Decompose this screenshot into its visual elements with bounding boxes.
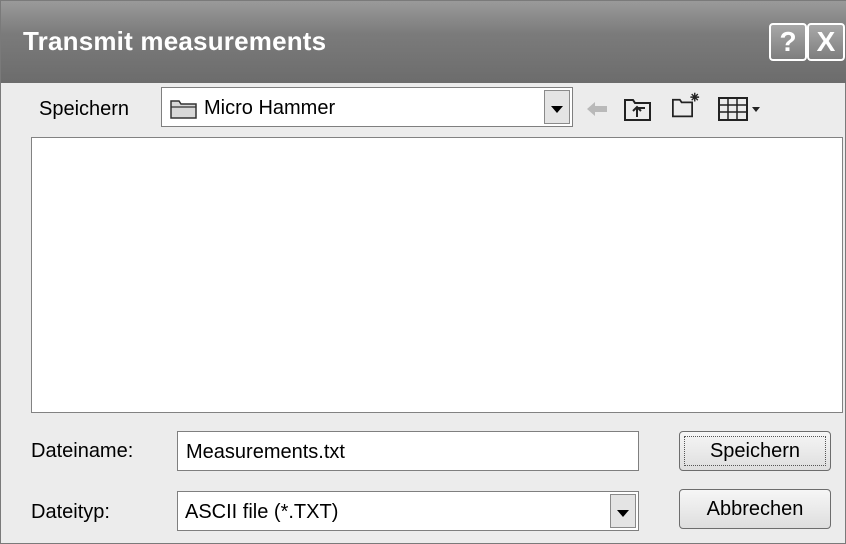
chevron-down-icon[interactable] [610,494,636,528]
view-menu-icon[interactable] [717,95,763,123]
back-arrow-icon[interactable] [583,95,611,123]
filetype-value: ASCII file (*.TXT) [185,501,339,523]
save-in-label: Speichern [39,98,130,120]
filename-input[interactable]: Measurements.txt [177,431,639,471]
new-folder-icon[interactable] [669,91,703,119]
save-in-folder: Micro Hammer [204,97,336,119]
cancel-button[interactable]: Abbrechen [679,489,831,529]
help-button[interactable]: ? [769,23,807,61]
up-folder-icon[interactable] [623,95,653,123]
filename-value: Measurements.txt [186,441,345,463]
dialog-title: Transmit measurements [23,26,327,56]
filetype-label: Dateityp: [31,501,110,523]
chevron-down-icon[interactable] [544,90,570,124]
save-dialog: Transmit measurements ? X Speichern Micr… [0,0,846,544]
filename-label: Dateiname: [31,440,134,462]
save-in-dropdown[interactable]: Micro Hammer [161,87,573,127]
close-button[interactable]: X [807,23,845,61]
folder-icon [170,100,197,119]
save-button[interactable]: Speichern [679,431,831,471]
title-bar[interactable]: Transmit measurements ? X [1,1,846,83]
file-list[interactable] [31,137,843,413]
filetype-dropdown[interactable]: ASCII file (*.TXT) [177,491,639,531]
